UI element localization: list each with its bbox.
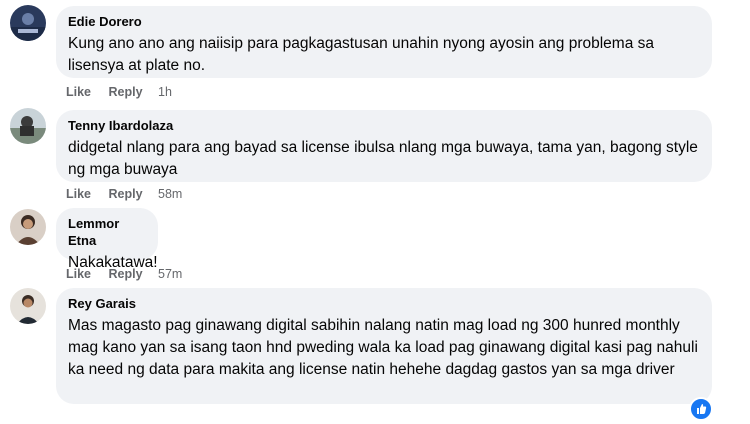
comment-timestamp[interactable]: 57m xyxy=(158,266,182,282)
comment-author[interactable]: Rey Garais xyxy=(68,295,700,312)
comment-author[interactable]: Lemmor Etna xyxy=(68,215,146,249)
like-reaction-icon[interactable] xyxy=(689,397,713,421)
comment-author[interactable]: Edie Dorero xyxy=(68,13,700,30)
comment-text: Kung ano ano ang naiisip para pagkagastu… xyxy=(68,35,654,74)
avatar[interactable] xyxy=(10,108,46,144)
comment-text: didgetal nlang para ang bayad sa license… xyxy=(68,139,698,178)
comment-bubble: Rey Garais Mas magasto pag ginawang digi… xyxy=(56,288,712,404)
like-button[interactable]: Like xyxy=(66,84,91,100)
avatar[interactable] xyxy=(10,288,46,324)
comment-bubble: Tenny Ibardolaza didgetal nlang para ang… xyxy=(56,110,712,182)
comment-text: Mas magasto pag ginawang digital sabihin… xyxy=(68,317,698,378)
comment-timestamp[interactable]: 1h xyxy=(158,84,172,100)
comment-author[interactable]: Tenny Ibardolaza xyxy=(68,117,700,134)
comment-timestamp[interactable]: 58m xyxy=(158,186,182,202)
comment-bubble: Edie Dorero Kung ano ano ang naiisip par… xyxy=(56,6,712,78)
comment-actions: Like Reply 57m xyxy=(66,266,182,282)
reply-button[interactable]: Reply xyxy=(109,186,143,202)
comment-actions: Like Reply 58m xyxy=(66,186,182,202)
like-button[interactable]: Like xyxy=(66,186,91,202)
avatar[interactable] xyxy=(10,5,46,41)
like-button[interactable]: Like xyxy=(66,266,91,282)
comment-bubble: Lemmor Etna Nakakatawa! xyxy=(56,208,158,271)
avatar[interactable] xyxy=(10,209,46,245)
reply-button[interactable]: Reply xyxy=(109,84,143,100)
comment-actions: Like Reply 1h xyxy=(66,84,172,100)
reply-button[interactable]: Reply xyxy=(109,266,143,282)
